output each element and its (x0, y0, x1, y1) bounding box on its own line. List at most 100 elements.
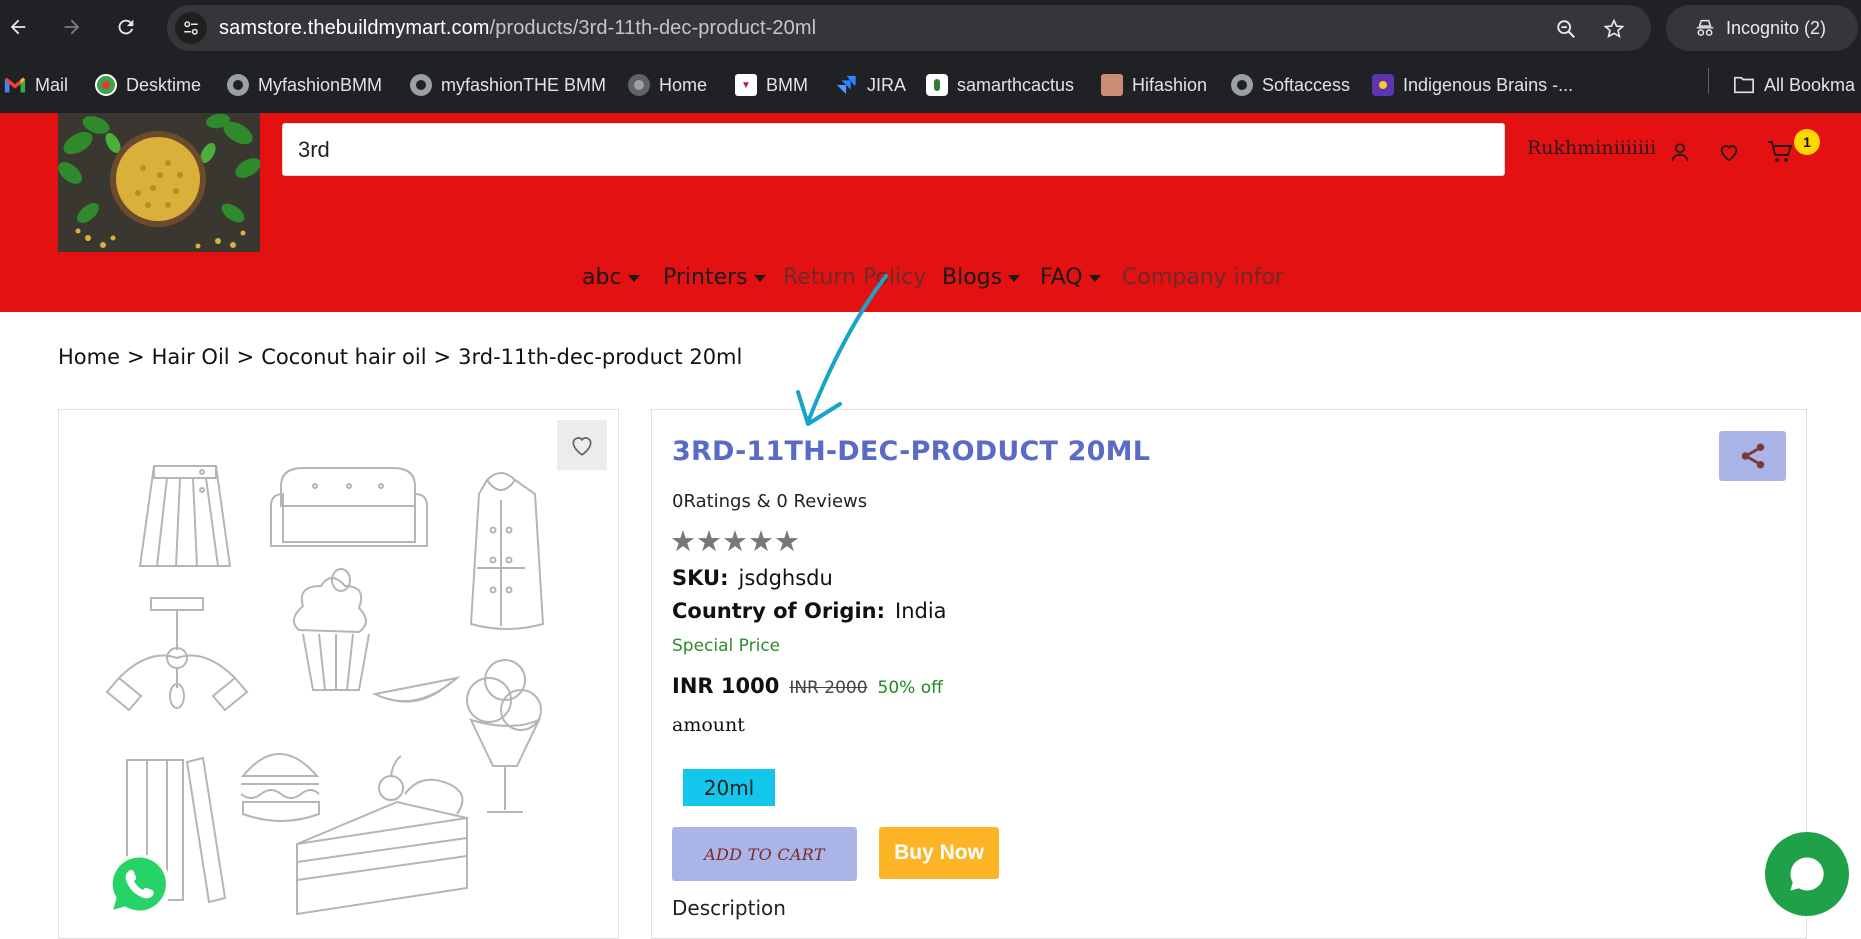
bookmark-star-icon[interactable] (1601, 16, 1627, 42)
breadcrumb-separator: > (127, 345, 145, 369)
store-logo[interactable] (58, 113, 260, 252)
address-bar[interactable]: samstore.thebuildmymart.com/products/3rd… (167, 5, 1651, 51)
account-icon[interactable] (1666, 138, 1694, 166)
indigenous-icon (1372, 74, 1394, 96)
site-header: 3rd Rukhminiiiiiii 1 abc Printers Return… (0, 113, 1861, 312)
incognito-indicator[interactable]: Incognito (2) (1666, 5, 1858, 51)
origin-label: Country of Origin: (672, 599, 885, 623)
breadcrumb-home[interactable]: Home (58, 345, 120, 369)
bookmark-jira[interactable]: JIRA (836, 72, 906, 98)
special-price-label: Special Price (672, 636, 781, 656)
hifashion-icon (1101, 74, 1123, 96)
bookmark-softaccess[interactable]: Softaccess (1231, 72, 1350, 98)
bookmark-desktime[interactable]: Desktime (95, 72, 201, 98)
cactus-icon (926, 74, 948, 96)
forward-arrow-icon (64, 19, 80, 35)
menu-item-return-policy[interactable]: Return Policy (783, 265, 926, 290)
price-row: INR 1000 INR 2000 50% off (672, 674, 943, 698)
bookmark-label: Desktime (126, 74, 202, 95)
bookmark-bmm[interactable]: ▼ BMM (735, 72, 808, 98)
bookmark-label: BMM (766, 74, 808, 95)
site-info-icon[interactable] (175, 12, 207, 44)
reload-button[interactable] (111, 12, 141, 42)
buy-now-button[interactable]: Buy Now (879, 827, 999, 879)
original-price: INR 2000 (789, 678, 868, 698)
back-arrow-icon (10, 19, 26, 35)
breadcrumb-current: 3rd-11th-dec-product 20ml (458, 345, 743, 369)
browser-toolbar: samstore.thebuildmymart.com/products/3rd… (0, 0, 1861, 55)
share-icon (1741, 443, 1764, 469)
user-name[interactable]: Rukhminiiiiiii (1527, 137, 1656, 159)
bookmark-hifashion[interactable]: Hifashion (1101, 72, 1207, 98)
selling-price: INR 1000 (672, 674, 780, 698)
discount-percent: 50% off (877, 678, 943, 698)
wishlist-heart-icon[interactable] (1715, 138, 1743, 166)
desktime-icon (95, 74, 117, 96)
menu-label: Printers (663, 265, 748, 290)
menu-label: Blogs (942, 265, 1003, 290)
bookmark-mail[interactable]: Mail (4, 72, 68, 98)
url-host: samstore.thebuildmymart.com (219, 17, 490, 39)
share-button[interactable] (1719, 431, 1786, 481)
breadcrumb-separator: > (433, 345, 452, 369)
star-rating: ★★★★★ (670, 524, 800, 558)
bookmark-myfashion-the-bmm[interactable]: myfashionTHE BMM (410, 72, 606, 98)
live-chat-button[interactable] (1765, 832, 1849, 916)
sku-row: SKU: jsdghsdu (672, 566, 833, 590)
breadcrumb-coconut-hair-oil[interactable]: Coconut hair oil (261, 345, 426, 369)
bookmark-label: All Bookma (1764, 74, 1856, 95)
cart-count-badge: 1 (1794, 129, 1820, 155)
url-path: /products/3rd-11th-dec-product-20ml (489, 17, 817, 39)
bookmark-label: JIRA (867, 74, 907, 95)
globe-icon (410, 74, 432, 96)
globe-icon (227, 74, 249, 96)
caret-down-icon (1088, 275, 1101, 282)
bookmark-label: Indigenous Brains -... (1403, 74, 1574, 95)
gmail-icon (4, 74, 26, 96)
all-bookmarks[interactable]: All Bookma (1733, 72, 1855, 98)
back-button[interactable] (3, 12, 33, 42)
bookmarks-bar: Mail Desktime MyfashionBMM myfashionTHE … (0, 55, 1861, 113)
menu-label: abc (582, 265, 622, 290)
product-title: 3RD-11TH-DEC-PRODUCT 20ML (672, 436, 1151, 467)
globe-icon (628, 74, 650, 96)
description-heading: Description (672, 896, 786, 920)
ratings-summary[interactable]: 0Ratings & 0 Reviews (672, 491, 867, 512)
bookmark-label: Home (659, 74, 708, 95)
menu-item-blogs[interactable]: Blogs (942, 265, 1021, 290)
chat-bubble-icon (1790, 857, 1824, 891)
bookmark-label: Hifashion (1132, 74, 1208, 95)
bookmark-samarthcactus[interactable]: samarthcactus (926, 72, 1074, 98)
sku-label: SKU: (672, 566, 729, 590)
cart-icon[interactable] (1766, 138, 1794, 166)
bookmark-label: Mail (35, 74, 69, 95)
add-to-cart-button[interactable]: ADD TO CART (672, 827, 857, 881)
origin-value: India (895, 599, 947, 623)
breadcrumb-hair-oil[interactable]: Hair Oil (152, 345, 230, 369)
whatsapp-icon (107, 854, 171, 918)
menu-item-company-info[interactable]: Company infor (1122, 265, 1284, 290)
bmm-icon: ▼ (735, 74, 757, 96)
zoom-icon[interactable] (1553, 16, 1579, 42)
forward-button[interactable] (57, 12, 87, 42)
whatsapp-button[interactable] (101, 846, 177, 922)
menu-item-abc[interactable]: abc (582, 265, 640, 290)
bookmark-label: samarthcactus (957, 74, 1075, 95)
bookmarks-separator (1708, 68, 1709, 94)
bookmark-label: myfashionTHE BMM (441, 74, 607, 95)
menu-label: Return Policy (783, 265, 927, 290)
menu-item-faq[interactable]: FAQ (1040, 265, 1101, 290)
bookmark-indigenous-brains[interactable]: Indigenous Brains -... (1372, 72, 1573, 98)
incognito-label: Incognito (2) (1726, 17, 1827, 38)
variant-option-20ml[interactable]: 20ml (683, 769, 775, 806)
bookmark-label: Softaccess (1262, 74, 1351, 95)
search-input[interactable]: 3rd (282, 123, 1505, 176)
add-to-wishlist-button[interactable] (557, 420, 607, 470)
bookmark-home[interactable]: Home (628, 72, 707, 98)
bookmark-label: MyfashionBMM (258, 74, 383, 95)
heart-icon (572, 437, 592, 456)
menu-item-printers[interactable]: Printers (663, 265, 766, 290)
jira-icon (836, 74, 858, 96)
bookmark-myfashionbmm[interactable]: MyfashionBMM (227, 72, 382, 98)
url-text[interactable]: samstore.thebuildmymart.com/products/3rd… (219, 17, 816, 40)
